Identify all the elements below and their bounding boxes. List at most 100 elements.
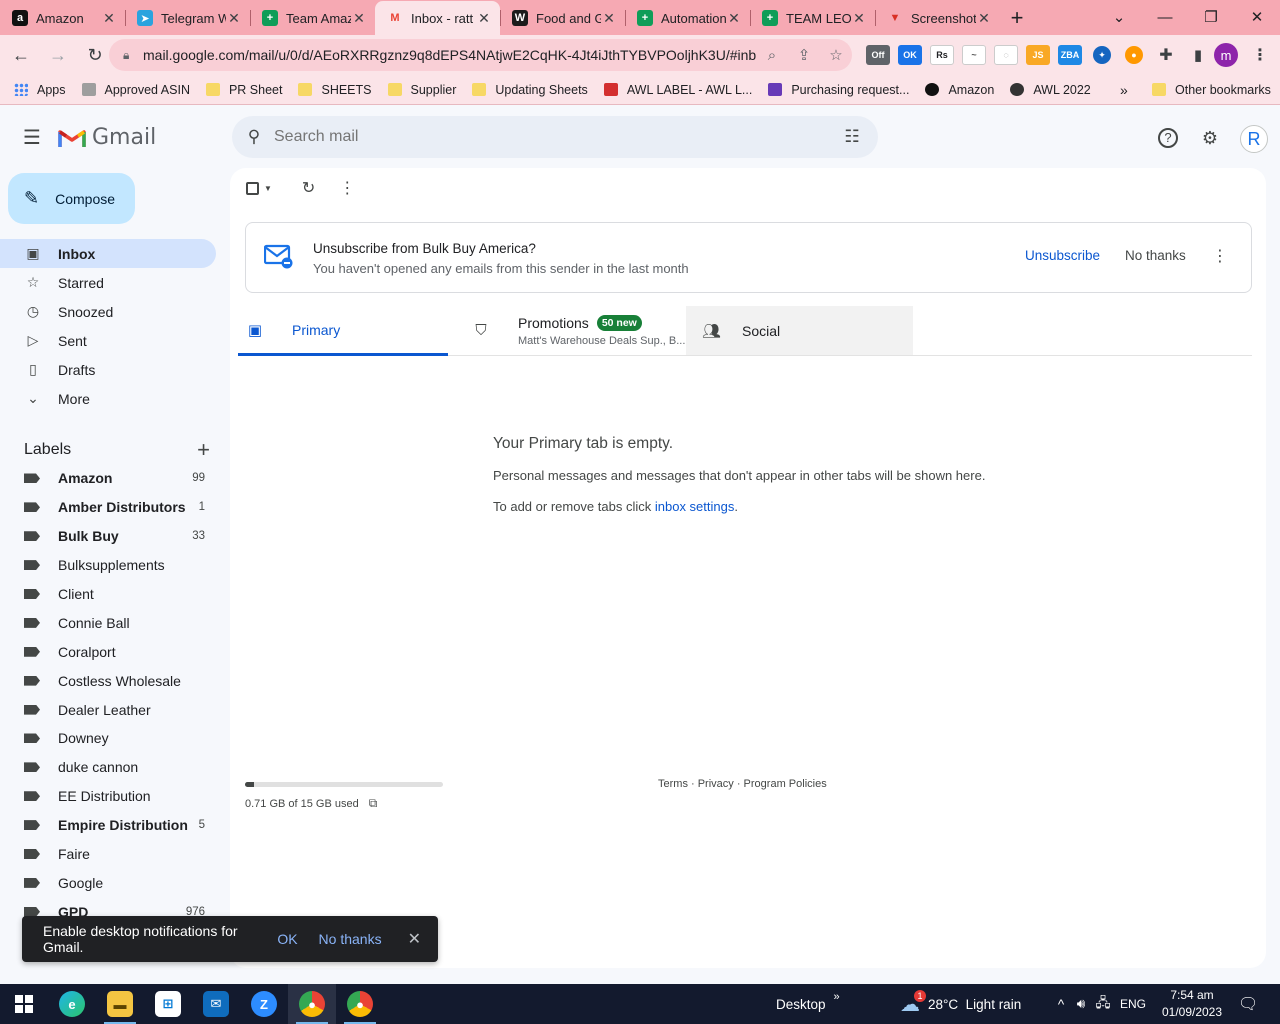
desktop-toolbar[interactable]: Desktop » xyxy=(776,984,840,1024)
taskbar-file-explorer[interactable]: ▬ xyxy=(96,984,144,1024)
close-tab-icon[interactable]: ✕ xyxy=(476,10,492,27)
reload-button[interactable]: ↻ xyxy=(79,39,111,71)
extension-icon[interactable]: ~ xyxy=(962,45,986,65)
restore-button[interactable]: ❐ xyxy=(1188,0,1234,34)
account-avatar[interactable]: R xyxy=(1240,125,1268,153)
snackbar-ok-button[interactable]: OK xyxy=(277,931,297,947)
search-lens-icon[interactable]: ⌕ xyxy=(756,47,788,64)
clock[interactable]: 7:54 am 01/09/2023 xyxy=(1160,987,1224,1021)
bookmark-item[interactable]: SHEETS xyxy=(290,77,379,103)
close-tab-icon[interactable]: ✕ xyxy=(976,10,992,27)
url-text[interactable]: mail.google.com/mail/u/0/d/AEoRXRRgznz9q… xyxy=(143,47,756,63)
browser-tab[interactable]: + TEAM LEO ✕ xyxy=(750,1,875,35)
label-item[interactable]: Costless Wholesale xyxy=(0,666,216,695)
notifications-icon[interactable]: 🗨︎ xyxy=(1238,984,1258,1024)
close-tab-icon[interactable]: ✕ xyxy=(726,10,742,27)
footer-links[interactable]: Terms · Privacy · Program Policies xyxy=(658,778,827,790)
bookmark-item[interactable]: PR Sheet xyxy=(198,77,291,103)
label-item[interactable]: Connie Ball xyxy=(0,608,216,637)
open-external-icon[interactable]: ⧉ xyxy=(369,796,378,811)
close-window-button[interactable]: ✕ xyxy=(1234,0,1280,34)
browser-tab[interactable]: W Food and G ✕ xyxy=(500,1,625,35)
taskbar-chrome[interactable]: ● xyxy=(288,984,336,1024)
weather-widget[interactable]: ☁ 1 28°C Light rain xyxy=(900,984,1021,1024)
label-item[interactable]: Dealer Leather xyxy=(0,695,216,724)
bookmark-item[interactable]: AWL LABEL - AWL L... xyxy=(596,77,761,103)
minimize-button[interactable]: — xyxy=(1142,0,1188,34)
bookmark-item[interactable]: Updating Sheets xyxy=(464,77,595,103)
volume-icon[interactable]: 🔊︎ xyxy=(1070,996,1092,1012)
chrome-profile-avatar[interactable]: m xyxy=(1214,43,1238,67)
nav-item-inbox[interactable]: ▣ Inbox xyxy=(0,239,216,268)
bookmark-item[interactable]: AWL 2022 xyxy=(1002,77,1098,103)
taskbar-chrome-profile[interactable]: ● xyxy=(336,984,384,1024)
snackbar-no-thanks-button[interactable]: No thanks xyxy=(319,931,382,947)
settings-gear-icon[interactable]: ⚙ xyxy=(1198,126,1222,150)
label-item[interactable]: Downey xyxy=(0,724,216,753)
browser-tab[interactable]: ▼ Screenshot ✕ xyxy=(875,1,1000,35)
gmail-logo[interactable]: Gmail xyxy=(58,125,156,150)
label-item[interactable]: Coralport xyxy=(0,637,216,666)
label-item[interactable]: Empire Distribution 5 xyxy=(0,811,216,840)
label-item[interactable]: duke cannon xyxy=(0,753,216,782)
label-item[interactable]: Google xyxy=(0,868,216,897)
label-item[interactable]: Client xyxy=(0,580,216,609)
more-options-icon[interactable]: ⋮ xyxy=(339,178,355,198)
extension-icon[interactable]: ◌ xyxy=(994,45,1018,65)
bookmark-item[interactable]: Apps xyxy=(6,77,74,103)
inbox-settings-link[interactable]: inbox settings xyxy=(655,499,735,514)
bookmark-item[interactable]: Amazon xyxy=(917,77,1002,103)
extension-icon[interactable]: ● xyxy=(1125,46,1143,64)
compose-button[interactable]: ✎ Compose xyxy=(8,173,135,224)
label-item[interactable]: Faire xyxy=(0,840,216,869)
taskbar-mail[interactable]: ✉ xyxy=(192,984,240,1024)
refresh-icon[interactable]: ↻ xyxy=(302,178,315,198)
close-tab-icon[interactable]: ✕ xyxy=(601,10,617,27)
label-item[interactable]: Amazon 99 xyxy=(0,464,216,493)
side-panel-icon[interactable]: ▮ xyxy=(1186,45,1210,65)
browser-tab[interactable]: ➤ Telegram W ✕ xyxy=(125,1,250,35)
chrome-menu-icon[interactable]: ⋮ xyxy=(1248,45,1272,65)
windows-start-button[interactable] xyxy=(0,984,48,1024)
taskbar-edge[interactable]: e xyxy=(48,984,96,1024)
zba-extension-icon[interactable]: ZBA xyxy=(1058,45,1082,65)
nav-item-more[interactable]: ⌄ More xyxy=(0,384,216,413)
select-dropdown-icon[interactable]: ▼ xyxy=(264,184,272,193)
browser-tab[interactable]: a Amazon ✕ xyxy=(0,1,125,35)
rs-extension-icon[interactable]: Rs xyxy=(930,45,954,65)
extensions-puzzle-icon[interactable]: ✚ xyxy=(1154,45,1178,65)
other-bookmarks[interactable]: Other bookmarks xyxy=(1144,77,1279,103)
tab-search-icon[interactable]: ⌄ xyxy=(1096,0,1142,34)
close-tab-icon[interactable]: ✕ xyxy=(226,10,242,27)
new-tab-button[interactable]: + xyxy=(1000,1,1034,35)
add-label-icon[interactable]: + xyxy=(197,437,210,463)
label-item[interactable]: Bulk Buy 33 xyxy=(0,522,216,551)
close-tab-icon[interactable]: ✕ xyxy=(351,10,367,27)
close-tab-icon[interactable]: ✕ xyxy=(101,10,117,27)
forward-button[interactable]: → xyxy=(42,39,74,71)
search-options-icon[interactable]: ☷ xyxy=(826,127,878,147)
label-item[interactable]: EE Distribution xyxy=(0,782,216,811)
ok-extension-icon[interactable]: OK xyxy=(898,45,922,65)
js-extension-icon[interactable]: JS xyxy=(1026,45,1050,65)
tab-promotions[interactable]: ⛉ Promotions 50 new Matt's Warehouse Dea… xyxy=(472,306,686,355)
network-icon[interactable]: 🖧︎ xyxy=(1092,993,1114,1016)
help-icon[interactable]: ? xyxy=(1158,128,1178,148)
nav-item-snoozed[interactable]: ◷ Snoozed xyxy=(0,297,216,326)
bookmark-item[interactable]: Purchasing request... xyxy=(760,77,917,103)
search-bar[interactable]: ⚲ ☷ xyxy=(232,116,878,158)
bookmarks-overflow-icon[interactable]: » xyxy=(1112,77,1136,103)
banner-no-thanks-button[interactable]: No thanks xyxy=(1125,248,1186,263)
nav-item-starred[interactable]: ☆ Starred xyxy=(0,268,216,297)
bookmark-item[interactable]: Approved ASIN xyxy=(74,77,198,103)
search-icon[interactable]: ⚲ xyxy=(234,127,274,147)
browser-tab[interactable]: + Team Amaz ✕ xyxy=(250,1,375,35)
select-all-checkbox[interactable] xyxy=(246,181,259,195)
show-hidden-icons-icon[interactable]: ^ xyxy=(1052,997,1070,1012)
label-item[interactable]: Amber Distributors 1 xyxy=(0,493,216,522)
taskbar-zoom[interactable]: Z xyxy=(240,984,288,1024)
close-tab-icon[interactable]: ✕ xyxy=(851,10,867,27)
browser-tab[interactable]: M Inbox - ratt ✕ xyxy=(375,1,500,35)
address-bar[interactable]: 🔒︎ mail.google.com/mail/u/0/d/AEoRXRRgzn… xyxy=(109,39,852,71)
off-extension-icon[interactable]: Off xyxy=(866,45,890,65)
